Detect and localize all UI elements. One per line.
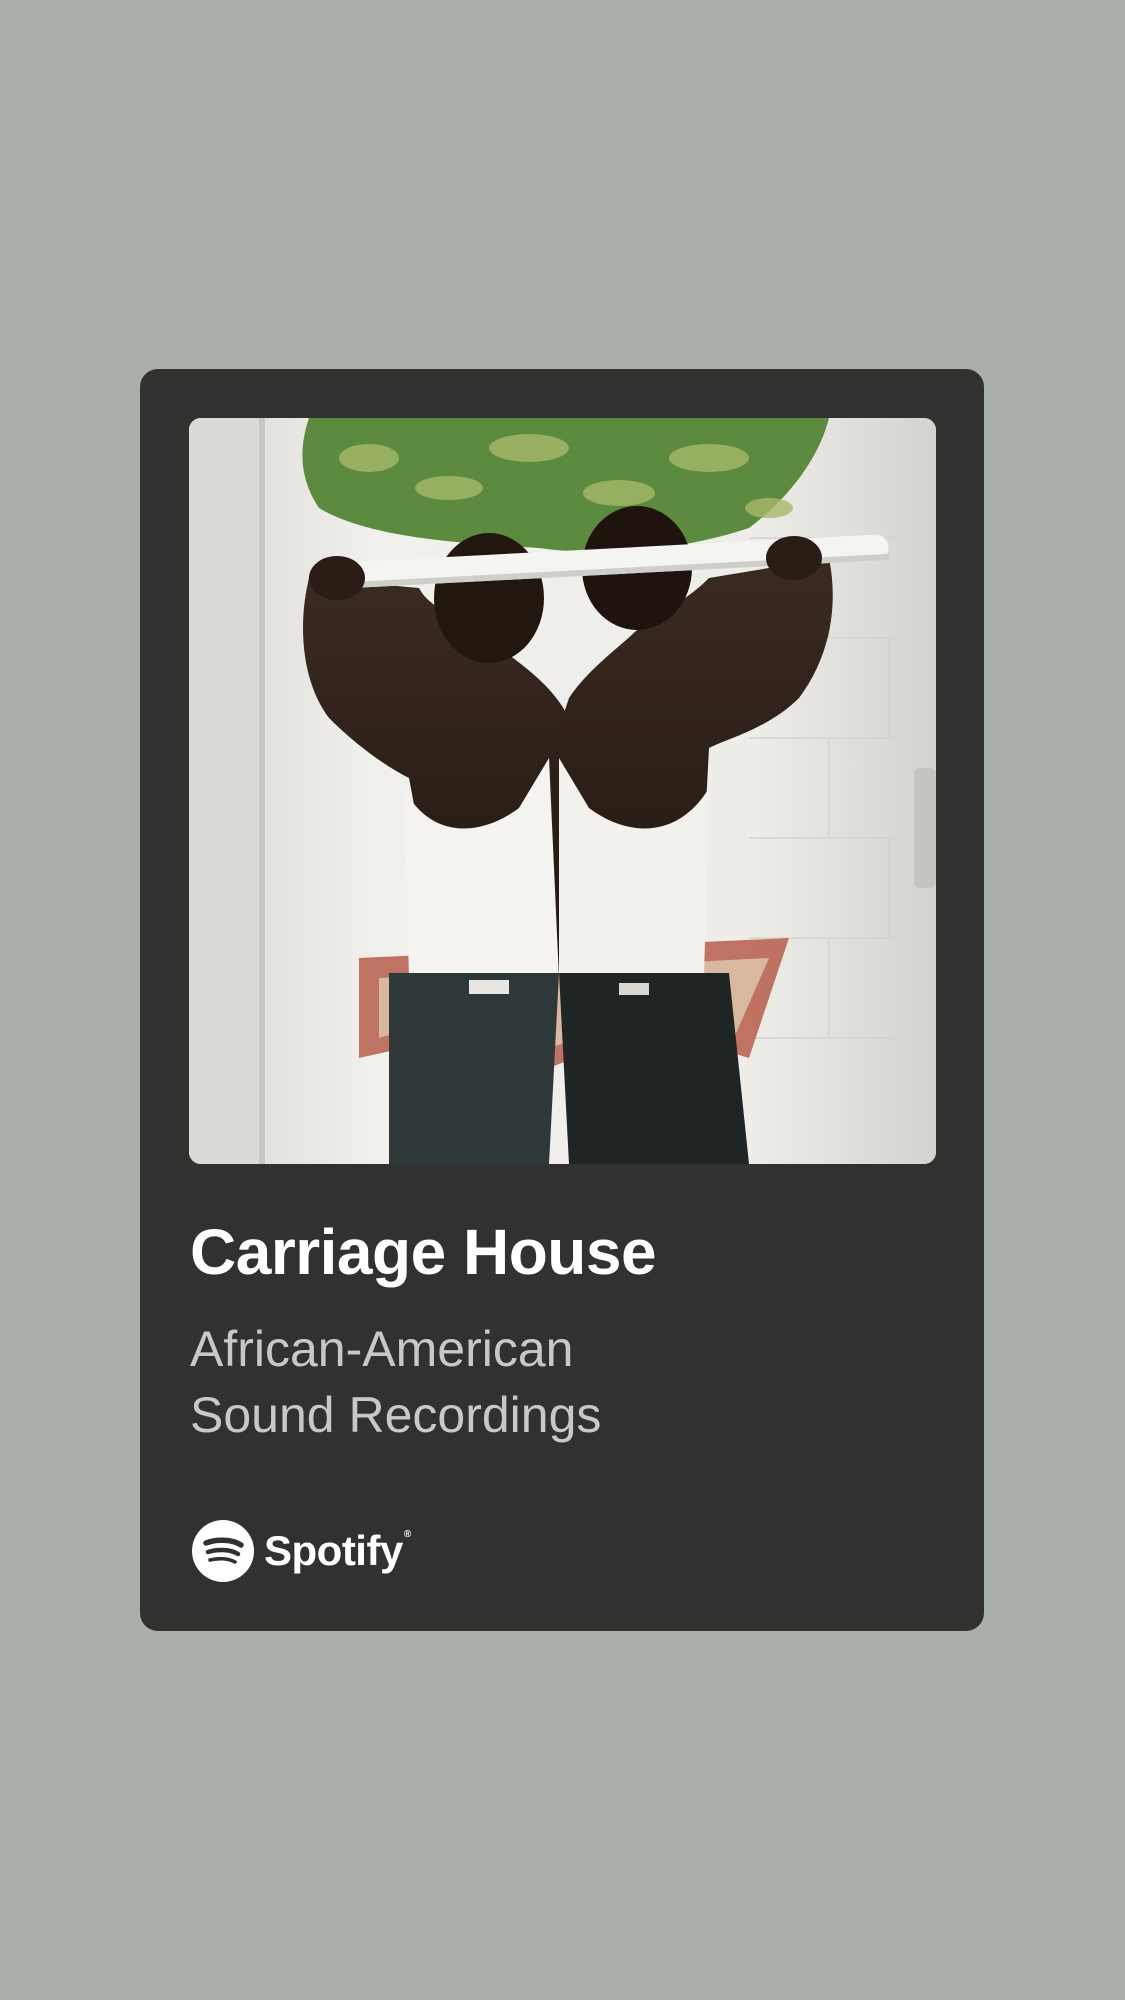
spotify-brand[interactable]: Spotify® [192, 1519, 411, 1583]
artist-name-line-1: African-American [190, 1321, 574, 1377]
spotify-wordmark: Spotify® [264, 1520, 411, 1582]
track-title: Carriage House [190, 1216, 657, 1288]
artist-name-line-2: Sound Recordings [190, 1387, 602, 1443]
share-card[interactable]: Carriage House African-American Sound Re… [140, 369, 984, 1631]
artist-name: African-American Sound Recordings [190, 1316, 950, 1448]
spotify-logo-icon [192, 1520, 254, 1582]
share-screen: { "card": { "title": "Carriage House", "… [0, 0, 1125, 2000]
registered-mark: ® [403, 1529, 411, 1540]
album-artwork-image [189, 418, 936, 1164]
album-artwork [189, 418, 936, 1164]
spotify-wordmark-text: Spotify [264, 1527, 403, 1574]
